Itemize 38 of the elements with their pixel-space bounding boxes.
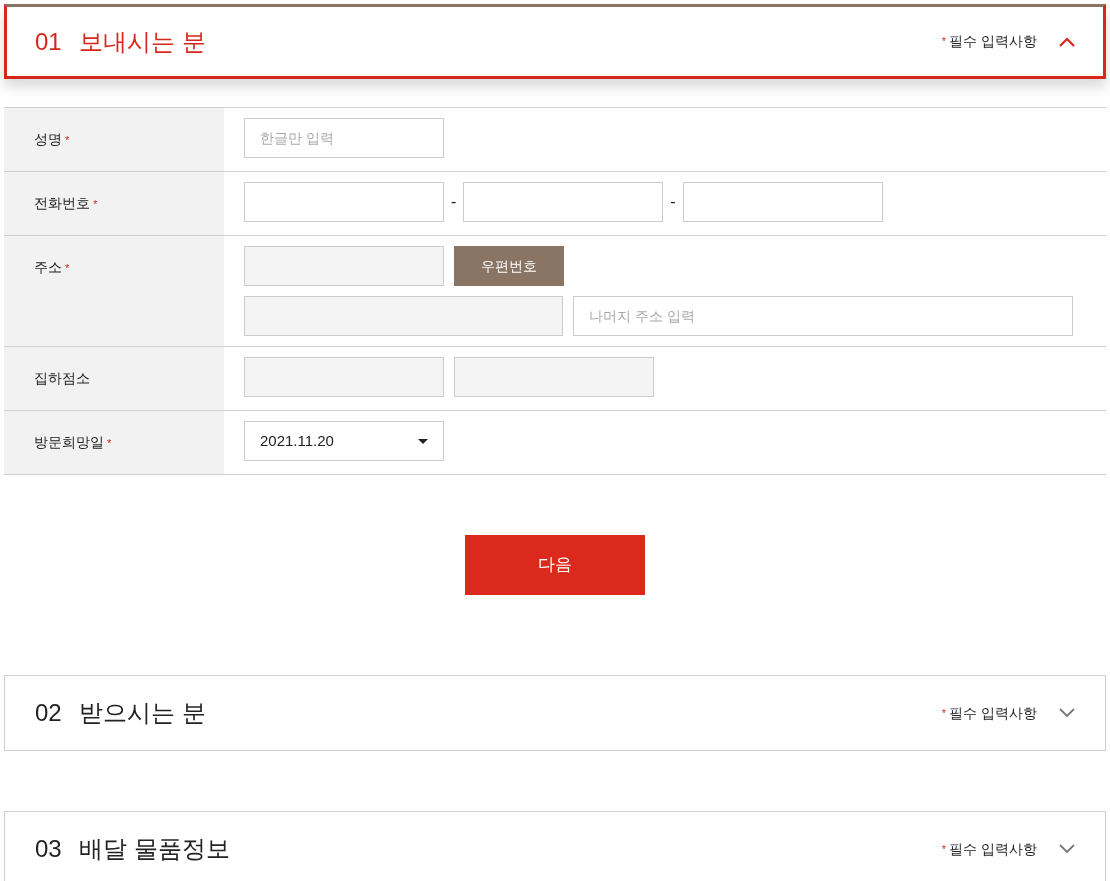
- input-field[interactable]: [244, 182, 444, 222]
- input-field[interactable]: [463, 182, 664, 222]
- section-number: 01: [35, 26, 63, 57]
- chevron-up-icon[interactable]: [1059, 36, 1075, 47]
- readonly-field[interactable]: [244, 296, 563, 336]
- next-button[interactable]: 다음: [465, 535, 645, 595]
- section-header[interactable]: 03 배달 물품정보 * 필수 입력사항: [4, 811, 1106, 881]
- section-title: 받으시는 분: [79, 698, 206, 728]
- required-note: 필수 입력사항: [949, 32, 1037, 51]
- section-number: 02: [35, 698, 63, 728]
- required-mark: *: [941, 705, 947, 721]
- input-field[interactable]: 나머지 주소 입력: [573, 296, 1073, 336]
- chevron-down-icon[interactable]: [1059, 844, 1075, 854]
- dash-separator: -: [670, 192, 676, 212]
- readonly-field[interactable]: [244, 357, 444, 397]
- field-label: 집하점소: [4, 347, 224, 410]
- readonly-field[interactable]: [244, 246, 444, 286]
- readonly-field[interactable]: [454, 357, 654, 397]
- section-title: 보내시는 분: [79, 26, 206, 57]
- caret-icon: [418, 438, 428, 444]
- section-number: 03: [35, 834, 63, 864]
- required-mark: *: [941, 34, 947, 50]
- section-header[interactable]: 01 보내시는 분 * 필수 입력사항: [4, 4, 1106, 79]
- zipcode-button[interactable]: 우편번호: [454, 246, 564, 286]
- required-mark: *: [941, 841, 947, 857]
- date-select[interactable]: 2021.11.20: [244, 421, 444, 461]
- chevron-down-icon[interactable]: [1059, 708, 1075, 718]
- dash-separator: -: [451, 192, 457, 212]
- field-label: 주소 *: [4, 236, 224, 346]
- input-field[interactable]: [682, 182, 883, 222]
- field-label: 전화번호 *: [4, 172, 224, 235]
- field-label: 성명 *: [4, 108, 224, 171]
- input-field[interactable]: 한글만 입력: [244, 118, 444, 158]
- required-note: 필수 입력사항: [949, 703, 1037, 723]
- section-header[interactable]: 02 받으시는 분 * 필수 입력사항: [4, 675, 1106, 751]
- required-note: 필수 입력사항: [949, 839, 1037, 859]
- field-label: 방문희망일 *: [4, 411, 224, 474]
- section-title: 배달 물품정보: [79, 834, 230, 864]
